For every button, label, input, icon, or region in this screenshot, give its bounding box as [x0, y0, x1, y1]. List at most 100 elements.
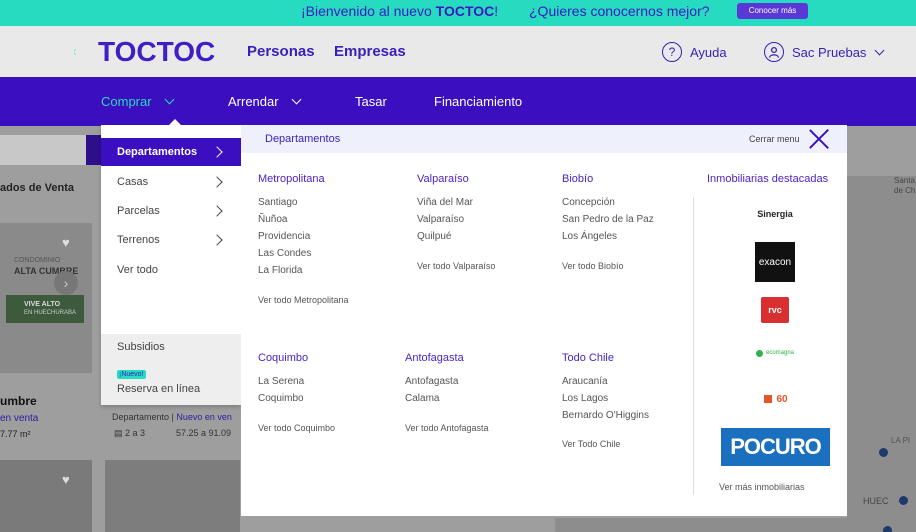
nav-empresas[interactable]: Empresas: [334, 43, 406, 60]
nav-financiamiento[interactable]: Financiamiento: [434, 94, 522, 109]
chevron-right-icon: [211, 146, 223, 158]
city-link[interactable]: Calama: [405, 393, 439, 404]
panel-title: Departamentos: [265, 133, 341, 145]
chevron-down-icon: [291, 94, 302, 105]
menu-item-departamentos[interactable]: Departamentos: [101, 138, 241, 166]
see-all-region[interactable]: Ver todo Metropolitana: [258, 295, 349, 305]
city-link[interactable]: Las Condes: [258, 248, 311, 259]
toctoc-logo-icon[interactable]: [74, 34, 98, 70]
close-menu-label[interactable]: Cerrar menu: [749, 134, 800, 144]
column-divider: [693, 197, 694, 495]
see-all-region[interactable]: Ver todo Valparaíso: [417, 261, 495, 271]
search-input[interactable]: [0, 135, 86, 165]
property-card-image[interactable]: ♥: [0, 460, 92, 532]
city-link[interactable]: Ñuñoa: [258, 214, 287, 225]
city-link[interactable]: Los Ángeles: [562, 231, 617, 242]
card2-rooms: ▤ 2 a 3: [114, 428, 146, 438]
help-label: Ayuda: [690, 44, 727, 60]
card-status: en venta: [0, 413, 39, 424]
menu-item-parcelas[interactable]: Parcelas: [101, 197, 241, 225]
chevron-down-icon: [164, 94, 175, 105]
next-image-arrow-icon[interactable]: ›: [54, 271, 78, 295]
menu-reserva[interactable]: Reserva en línea: [117, 383, 200, 395]
brand-logo-60[interactable]: 60: [755, 391, 797, 407]
see-all-region[interactable]: Ver todo Antofagasta: [405, 423, 489, 433]
brand-logo-rvc[interactable]: rvc: [761, 297, 789, 323]
region-biobio[interactable]: Biobío: [562, 173, 593, 185]
mega-menu-panel: Departamentos Cerrar menu Metropolitana …: [241, 125, 847, 516]
map-panel-bottom: [555, 518, 855, 532]
city-link[interactable]: La Serena: [258, 376, 304, 387]
city-link[interactable]: Concepción: [562, 197, 615, 208]
see-all-region[interactable]: Ver todo Coquimbo: [258, 423, 335, 433]
city-link[interactable]: Providencia: [258, 231, 310, 242]
favorite-heart-icon[interactable]: ♥: [62, 472, 70, 487]
featured-title: Inmobiliarias destacadas: [707, 173, 829, 185]
brand-logo-sinergia[interactable]: Sinergia: [751, 205, 799, 223]
menu-subsidios[interactable]: Subsidios: [117, 341, 165, 353]
new-badge: ¡Nuevo!: [117, 370, 146, 379]
nav-tasar[interactable]: Tasar: [355, 94, 387, 109]
city-link[interactable]: Valparaíso: [417, 214, 464, 225]
map-marker-icon[interactable]: [899, 496, 908, 505]
category-menu: Departamentos Casas Parcelas Terrenos Ve…: [101, 125, 241, 405]
city-link[interactable]: San Pedro de la Paz: [562, 214, 654, 225]
city-link[interactable]: Quilpué: [417, 231, 451, 242]
know-more-button[interactable]: Conocer más: [737, 3, 808, 19]
welcome-banner: ¡Bienvenido al nuevo TOCTOC! ¿Quieres co…: [0, 0, 916, 26]
property-card-image[interactable]: [105, 460, 240, 532]
brand-logo-ecomagna[interactable]: ecomagna: [753, 346, 797, 360]
card2-area: 57.25 a 91.09: [176, 428, 232, 438]
card-banner: VIVE ALTO EN HUECHURABA: [6, 295, 84, 323]
city-link[interactable]: Viña del Mar: [417, 197, 473, 208]
site-header: TOCTOC Personas Empresas ? Ayuda Sac Pru…: [0, 26, 916, 77]
map-marker-icon[interactable]: [879, 448, 888, 457]
city-link[interactable]: Los Lagos: [562, 393, 608, 404]
city-link[interactable]: Araucanía: [562, 376, 608, 387]
card-brand-line1: CONDOMINIO: [14, 257, 61, 264]
welcome-text: ¡Bienvenido al nuevo TOCTOC!: [301, 3, 499, 19]
menu-item-casas[interactable]: Casas: [101, 168, 241, 196]
region-coquimbo[interactable]: Coquimbo: [258, 352, 308, 364]
see-all-region[interactable]: Ver Todo Chile: [562, 439, 620, 449]
menu-item-terrenos[interactable]: Terrenos: [101, 226, 241, 254]
menu-see-all[interactable]: Ver todo: [117, 264, 158, 276]
brand-logo-exacon[interactable]: exacon: [755, 242, 795, 282]
map-marker-icon[interactable]: [883, 526, 892, 532]
chevron-right-icon: [211, 205, 223, 217]
chevron-right-icon: [211, 176, 223, 188]
city-link[interactable]: Antofagasta: [405, 376, 458, 387]
card-title[interactable]: umbre: [0, 394, 37, 408]
region-todo-chile[interactable]: Todo Chile: [562, 352, 614, 364]
logo-text[interactable]: TOCTOC: [98, 36, 215, 68]
user-name: Sac Pruebas: [792, 44, 867, 60]
help-link[interactable]: ? Ayuda: [662, 41, 727, 63]
close-icon[interactable]: [808, 128, 830, 150]
nav-arrendar[interactable]: Arrendar: [228, 94, 302, 109]
region-valparaiso[interactable]: Valparaíso: [417, 173, 469, 185]
city-link[interactable]: Santiago: [258, 197, 297, 208]
panel-header: Departamentos Cerrar menu: [241, 125, 847, 153]
city-link[interactable]: La Florida: [258, 265, 302, 276]
city-link[interactable]: Bernardo O'Higgins: [562, 410, 649, 421]
map-panel[interactable]: Santa de Ch LA PI HUEC: [847, 176, 916, 532]
city-link[interactable]: Coquimbo: [258, 393, 304, 404]
see-all-region[interactable]: Ver todo Biobío: [562, 261, 624, 271]
region-antofagasta[interactable]: Antofagasta: [405, 352, 464, 364]
nav-personas[interactable]: Personas: [247, 43, 315, 60]
category-nav: Comprar Arrendar Tasar Financiamiento: [0, 77, 916, 126]
favorite-heart-icon[interactable]: ♥: [62, 235, 70, 250]
property-card-image[interactable]: CONDOMINIO ALTA CUMBRE VIVE ALTO EN HUEC…: [0, 223, 92, 373]
chevron-right-icon: [211, 234, 223, 246]
chevron-down-icon: [874, 45, 885, 55]
user-menu[interactable]: Sac Pruebas: [764, 41, 885, 63]
card-area: 7.77 m²: [0, 429, 31, 439]
help-icon: ?: [662, 42, 682, 62]
welcome-question: ¿Quieres conocernos mejor?: [529, 3, 710, 19]
brand-logo-pocuro[interactable]: POCURO: [721, 428, 830, 466]
region-metropolitana[interactable]: Metropolitana: [258, 173, 325, 185]
results-heading: ados de Venta: [0, 182, 74, 194]
see-more-builders[interactable]: Ver más inmobiliarias: [719, 482, 805, 492]
user-icon: [764, 42, 784, 62]
nav-comprar[interactable]: Comprar: [101, 94, 175, 109]
